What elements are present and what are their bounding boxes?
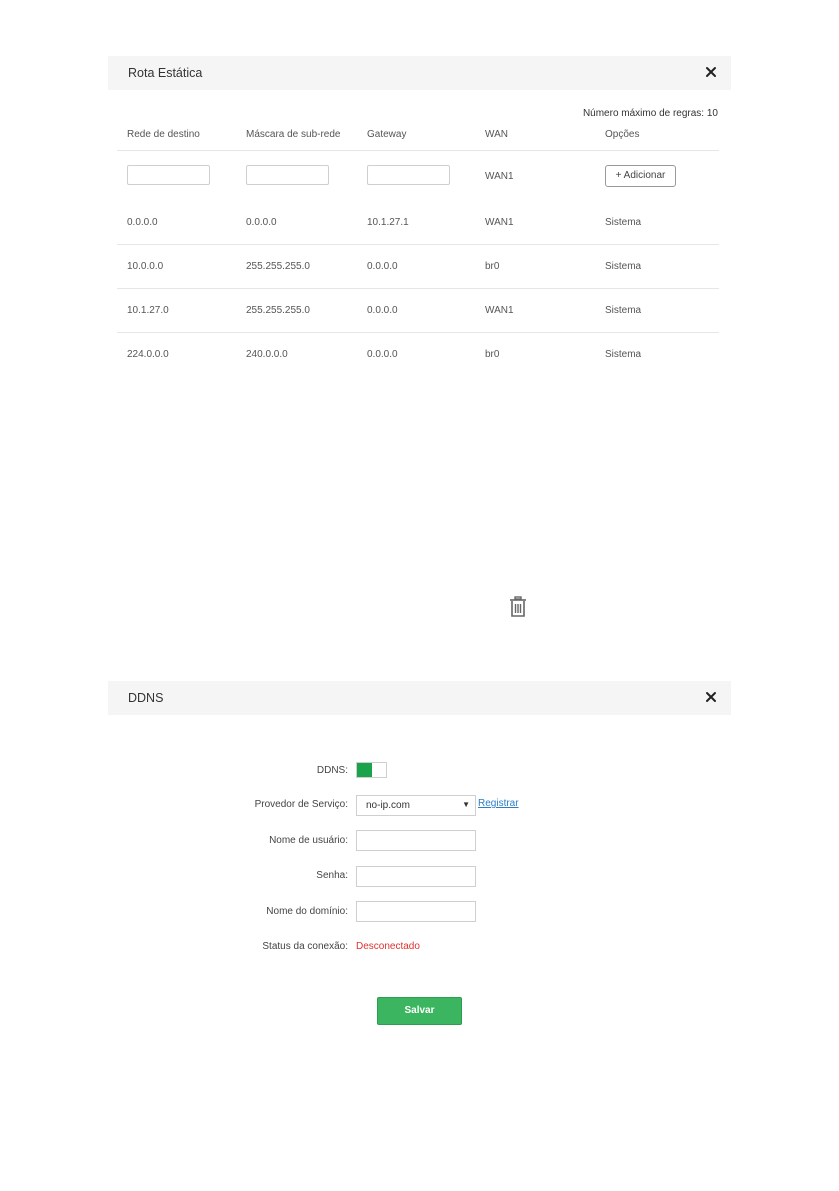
row-wan: br0 [485, 349, 500, 360]
table-row: 10.0.0.0 255.255.255.0 0.0.0.0 br0 Siste… [117, 245, 719, 289]
table-row: 10.1.27.0 255.255.255.0 0.0.0.0 WAN1 Sis… [117, 289, 719, 333]
mask-input[interactable] [246, 165, 329, 185]
close-icon[interactable] [703, 64, 719, 80]
status-label: Status da conexão: [262, 941, 348, 952]
row-options: Sistema [605, 305, 642, 316]
row-gateway: 0.0.0.0 [367, 261, 398, 272]
username-label: Nome de usuário: [269, 835, 348, 846]
ddns-header: DDNS [108, 681, 731, 715]
chevron-down-icon: ▼ [462, 800, 470, 809]
static-route-table: Rede de destino Máscara de sub-rede Gate… [117, 120, 719, 376]
column-header-options: Opções [605, 129, 640, 140]
column-header-wan: WAN [485, 129, 508, 140]
username-input[interactable] [356, 830, 476, 851]
row-mask: 255.255.255.0 [246, 261, 310, 272]
trash-icon[interactable] [509, 596, 527, 618]
connection-status: Desconectado [356, 941, 420, 952]
new-route-row: WAN1 + Adicionar [117, 151, 719, 201]
row-wan: WAN1 [485, 217, 514, 228]
row-gateway: 10.1.27.1 [367, 217, 409, 228]
ddns-title: DDNS [128, 691, 164, 705]
row-options: Sistema [605, 261, 642, 272]
column-header-gateway: Gateway [367, 129, 407, 140]
row-destination: 10.0.0.0 [127, 261, 164, 272]
new-row-wan: WAN1 [485, 171, 514, 182]
provider-selected-value: no-ip.com [366, 800, 410, 811]
domain-input[interactable] [356, 901, 476, 922]
row-mask: 0.0.0.0 [246, 217, 277, 228]
close-icon[interactable] [703, 689, 719, 705]
row-options: Sistema [605, 349, 642, 360]
ddns-toggle[interactable] [356, 762, 387, 778]
row-destination: 0.0.0.0 [127, 217, 158, 228]
max-rules-label: Número máximo de regras: 10 [582, 108, 718, 119]
column-header-destination: Rede de destino [127, 129, 200, 140]
table-header: Rede de destino Máscara de sub-rede Gate… [117, 120, 719, 151]
table-row: 224.0.0.0 240.0.0.0 0.0.0.0 br0 Sistema [117, 333, 719, 376]
table-row: 0.0.0.0 0.0.0.0 10.1.27.1 WAN1 Sistema [117, 201, 719, 245]
password-label: Senha: [316, 870, 348, 881]
domain-label: Nome do domínio: [266, 906, 348, 917]
static-route-header: Rota Estática [108, 56, 731, 90]
add-route-button[interactable]: + Adicionar [605, 165, 676, 187]
row-options: Sistema [605, 217, 642, 228]
static-route-title: Rota Estática [128, 66, 203, 80]
register-link[interactable]: Registrar [478, 798, 519, 809]
column-header-mask: Máscara de sub-rede [246, 129, 341, 140]
row-gateway: 0.0.0.0 [367, 349, 398, 360]
row-mask: 240.0.0.0 [246, 349, 288, 360]
provider-label: Provedor de Serviço: [254, 799, 348, 810]
provider-select[interactable]: no-ip.com ▼ [356, 795, 476, 816]
row-gateway: 0.0.0.0 [367, 305, 398, 316]
ddns-toggle-label: DDNS: [316, 765, 348, 776]
row-destination: 10.1.27.0 [127, 305, 169, 316]
row-destination: 224.0.0.0 [127, 349, 169, 360]
gateway-input[interactable] [367, 165, 450, 185]
toggle-knob [357, 763, 372, 777]
row-mask: 255.255.255.0 [246, 305, 310, 316]
password-input[interactable] [356, 866, 476, 887]
row-wan: br0 [485, 261, 500, 272]
row-wan: WAN1 [485, 305, 514, 316]
save-button[interactable]: Salvar [377, 997, 462, 1025]
destination-input[interactable] [127, 165, 210, 185]
